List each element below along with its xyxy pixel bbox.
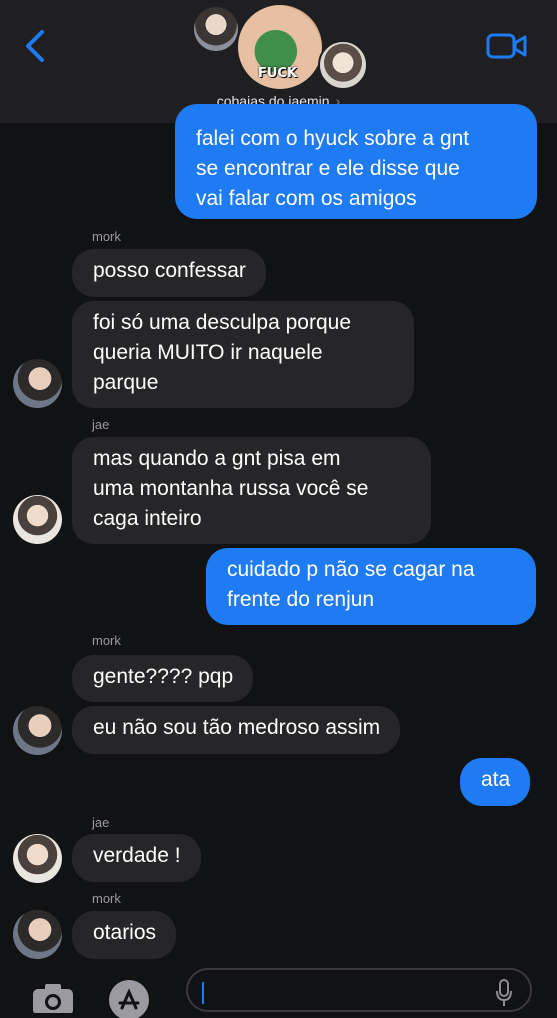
back-chevron-icon[interactable] — [18, 26, 54, 66]
camera-icon[interactable] — [31, 983, 75, 1013]
microphone-icon[interactable] — [494, 978, 514, 1008]
message-line: uma montanha russa você se — [93, 477, 369, 500]
contact-avatar-mork[interactable] — [13, 910, 62, 959]
message-line: frente do renjun — [227, 588, 375, 611]
message-line: parque — [93, 371, 159, 394]
contact-avatar-jae[interactable] — [13, 834, 62, 883]
message-text: ata — [481, 768, 511, 791]
member-avatar-right[interactable] — [318, 40, 368, 90]
message-line: foi só uma desculpa porque — [93, 311, 351, 334]
sender-name: mork — [92, 229, 121, 244]
message-input[interactable] — [186, 968, 532, 1012]
incoming-message[interactable]: mas quando a gnt pisa em uma montanha ru… — [72, 437, 431, 544]
sender-name: jae — [92, 815, 110, 830]
message-line: caga inteiro — [93, 507, 202, 530]
sender-name: mork — [92, 633, 121, 648]
sender-name: jae — [92, 417, 110, 432]
message-text: otarios — [93, 921, 157, 944]
message-text: eu não sou tão medroso assim — [93, 716, 381, 739]
outgoing-message[interactable]: cuidado p não se cagar na frente do renj… — [206, 548, 536, 625]
incoming-message[interactable]: gente???? pqp — [72, 655, 254, 702]
message-text: gente???? pqp — [93, 665, 234, 688]
incoming-message[interactable]: eu não sou tão medroso assim — [72, 706, 401, 754]
sender-name: mork — [92, 891, 121, 906]
message-line: vai falar com os amigos — [196, 187, 417, 210]
outgoing-message[interactable]: ata — [460, 758, 531, 806]
message-text: verdade ! — [93, 844, 181, 867]
outgoing-message[interactable]: falei com o hyuck sobre a gnt se encontr… — [175, 104, 537, 219]
contact-avatar-mork[interactable] — [13, 706, 62, 755]
text-cursor — [202, 982, 204, 1004]
contact-avatar-jae[interactable] — [13, 495, 62, 544]
incoming-message[interactable]: otarios — [72, 911, 177, 959]
group-avatar-caption: FUCK — [258, 66, 298, 81]
incoming-message[interactable]: foi só uma desculpa porque queria MUITO … — [72, 301, 414, 408]
app-store-icon[interactable] — [107, 978, 151, 1018]
incoming-message[interactable]: verdade ! — [72, 834, 201, 882]
message-line: mas quando a gnt pisa em — [93, 447, 341, 470]
member-avatar-left[interactable] — [194, 7, 238, 51]
message-line: falei com o hyuck sobre a gnt — [196, 127, 470, 150]
contact-avatar-mork[interactable] — [13, 359, 62, 408]
video-call-icon[interactable] — [486, 30, 528, 62]
incoming-message[interactable]: posso confessar — [72, 249, 266, 297]
message-text: posso confessar — [93, 259, 246, 282]
message-line: cuidado p não se cagar na — [227, 558, 475, 581]
message-line: queria MUITO ir naquele — [93, 341, 323, 364]
message-line: se encontrar e ele disse que — [196, 157, 460, 180]
